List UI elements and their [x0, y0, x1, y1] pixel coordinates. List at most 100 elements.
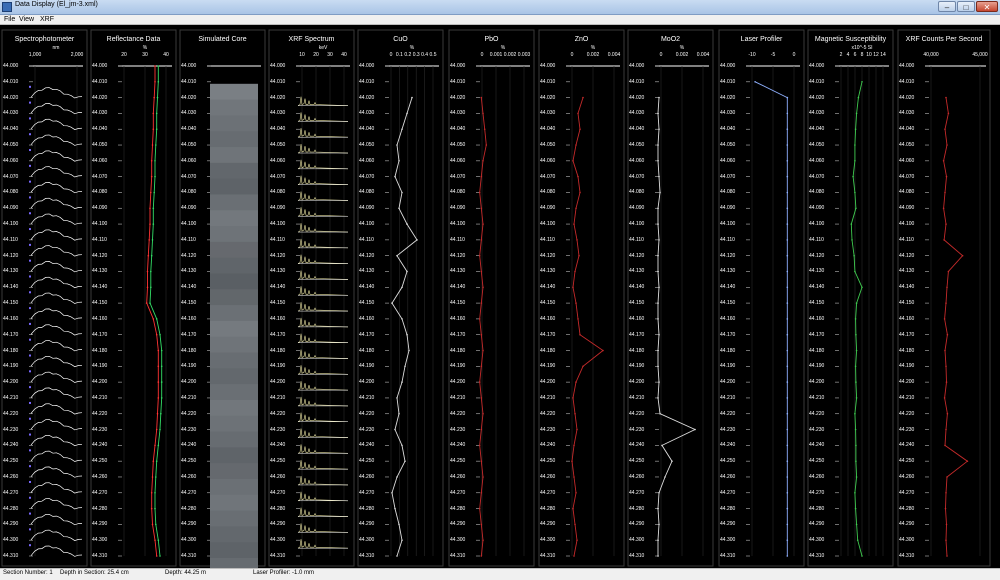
- data-point: [657, 302, 659, 304]
- track-frame: [807, 29, 894, 567]
- data-point: [945, 539, 947, 541]
- spectrum-curve: [30, 213, 83, 225]
- data-point: [575, 492, 577, 494]
- data-point: [944, 349, 946, 352]
- data-point: [154, 175, 156, 178]
- data-point: [572, 397, 574, 399]
- xrf-spectrum-trace: [297, 302, 349, 312]
- data-point: [480, 333, 483, 336]
- data-point: [147, 254, 150, 257]
- data-point: [944, 128, 946, 130]
- data-point: [694, 428, 696, 431]
- xrf-spectrum-trace: [297, 523, 349, 533]
- xrf-spectrum-trace: [297, 143, 349, 154]
- data-point: [160, 365, 163, 368]
- data-point: [854, 144, 856, 146]
- spectrum-curve: [30, 245, 83, 257]
- data-point: [861, 81, 863, 83]
- spectrum-marker: [29, 291, 31, 294]
- data-point: [482, 412, 484, 415]
- xrf-spectrum-trace: [297, 475, 349, 486]
- spectrum-curve: [30, 229, 83, 241]
- data-point: [786, 254, 789, 257]
- data-point: [579, 128, 581, 130]
- data-point: [946, 144, 948, 146]
- data-point: [480, 365, 483, 368]
- data-point: [145, 302, 148, 304]
- data-point: [404, 365, 406, 368]
- spectrum-marker: [29, 322, 31, 325]
- spectrum-curve: [30, 529, 83, 541]
- data-point: [149, 223, 151, 225]
- data-point: [658, 333, 660, 336]
- data-point: [155, 460, 158, 463]
- data-point: [854, 270, 856, 273]
- data-point: [786, 128, 789, 130]
- data-point: [152, 207, 155, 210]
- data-point: [943, 318, 946, 320]
- spectrum-curve: [30, 340, 83, 352]
- data-point: [945, 96, 947, 99]
- data-point: [391, 302, 393, 304]
- data-point: [754, 81, 756, 83]
- spectrum-marker: [29, 370, 31, 373]
- data-point: [582, 96, 584, 99]
- spectrum-curve: [30, 308, 83, 320]
- data-point: [406, 333, 408, 336]
- data-point: [152, 318, 155, 320]
- core-segment: [210, 542, 258, 559]
- xrf-spectrum-trace: [297, 349, 349, 359]
- data-point: [150, 286, 152, 289]
- spectrum-curve: [30, 450, 83, 462]
- data-point: [398, 207, 400, 210]
- data-point: [657, 507, 659, 510]
- data-point: [152, 128, 155, 130]
- data-point: [855, 397, 858, 399]
- spectrum-marker: [29, 307, 31, 310]
- spectrum-marker: [29, 354, 31, 357]
- data-point: [946, 476, 948, 478]
- data-point: [946, 333, 949, 336]
- data-point: [854, 507, 857, 510]
- core-segment: [210, 526, 258, 543]
- data-point: [153, 191, 155, 194]
- core-segment: [210, 368, 258, 385]
- data-point: [786, 286, 789, 289]
- data-point: [855, 349, 858, 352]
- data-point: [786, 333, 789, 336]
- core-segment: [210, 384, 258, 401]
- spectrum-curve: [30, 166, 83, 178]
- spectrum-curve: [30, 324, 83, 336]
- data-point: [944, 444, 946, 447]
- data-point: [573, 476, 575, 478]
- data-point: [404, 460, 406, 463]
- data-point: [408, 349, 410, 352]
- data-point: [947, 112, 950, 115]
- data-point: [945, 492, 947, 494]
- track-frame: [1, 29, 88, 567]
- data-point: [401, 318, 403, 320]
- data-point: [150, 175, 153, 178]
- data-point: [855, 444, 857, 447]
- data-point: [149, 207, 151, 210]
- data-point: [786, 191, 789, 194]
- data-point: [150, 507, 153, 510]
- spectrum-marker: [29, 85, 31, 88]
- data-point: [659, 191, 661, 194]
- data-point: [406, 223, 408, 225]
- data-point: [159, 333, 161, 336]
- data-point: [153, 96, 155, 99]
- data-point: [160, 397, 163, 399]
- data-point: [582, 365, 584, 368]
- data-point: [483, 128, 486, 130]
- xrf-spectrum-trace: [297, 175, 349, 185]
- data-point: [576, 428, 578, 431]
- data-point: [157, 65, 160, 67]
- core-segment: [210, 194, 258, 211]
- series-line: [479, 97, 487, 557]
- data-point: [854, 191, 856, 194]
- data-point: [480, 270, 483, 273]
- core-segment: [210, 241, 258, 259]
- data-point: [854, 365, 857, 368]
- data-point: [480, 523, 483, 526]
